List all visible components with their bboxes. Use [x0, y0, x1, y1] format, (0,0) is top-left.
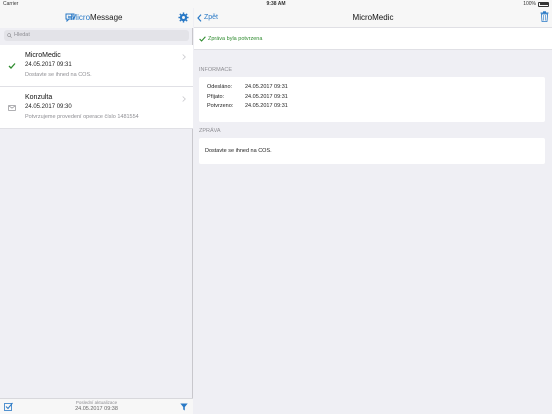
info-row-sent: Odesláno: 24.05.2017 09:31 [207, 84, 288, 90]
search-input[interactable]: Hledat [4, 30, 189, 41]
info-section-header: INFORMACE [199, 67, 232, 73]
gear-icon[interactable] [178, 12, 189, 23]
info-key: Přijato: [207, 94, 225, 100]
info-key: Potvrzeno: [207, 103, 234, 109]
checkmark-icon [8, 63, 16, 69]
confirmation-banner: Zpráva byla potvrzena [194, 28, 552, 50]
status-bar: Carrier 9:38 AM 100% [0, 0, 552, 8]
battery-indicator: 100% [523, 1, 549, 7]
app-title: MicroMessage [0, 13, 193, 22]
message-section-header: ZPRÁVA [199, 128, 221, 134]
search-placeholder: Hledat [14, 32, 30, 38]
info-row-confirmed: Potvrzeno: 24.05.2017 09:31 [207, 103, 288, 109]
list-nav-bar: MicroMessage [0, 8, 193, 28]
chevron-right-icon [182, 96, 186, 102]
message-body: Dostavte se ihned na COS. [205, 148, 272, 154]
search-icon [7, 33, 12, 38]
confirmation-text: Zpráva byla potvrzena [208, 36, 263, 42]
detail-nav-bar: Zpět MicroMedic [194, 8, 552, 28]
message-date: 24.05.2017 09:31 [25, 62, 72, 68]
message-card: Dostavte se ihned na COS. [199, 138, 545, 164]
message-snippet: Dostavte se ihned na COS. [25, 72, 92, 78]
list-toolbar: Poslední aktualizace 24.05.2017 09:38 [0, 398, 193, 414]
message-date: 24.05.2017 09:30 [25, 104, 72, 110]
checkmark-icon [199, 36, 206, 42]
clock: 9:38 AM [266, 1, 286, 7]
trash-icon[interactable] [540, 11, 549, 22]
info-value: 24.05.2017 09:31 [245, 103, 288, 109]
last-update-time: 24.05.2017 09:38 [75, 406, 118, 412]
message-title: Konzulta [25, 94, 53, 101]
app-title-part1: Micro [70, 13, 91, 22]
detail-title: MicroMedic [352, 13, 394, 22]
message-detail-panel: Zpět MicroMedic Zpráva byla potvrzena IN… [194, 8, 552, 414]
envelope-icon [8, 105, 16, 111]
message-snippet: Potvrzujeme provedení operace číslo 1481… [25, 114, 139, 120]
filter-icon[interactable] [180, 403, 188, 411]
info-row-received: Přijato: 24.05.2017 09:31 [207, 94, 288, 100]
list-item[interactable]: Konzulta 24.05.2017 09:30 Potvrzujeme pr… [0, 87, 193, 129]
chevron-right-icon [182, 54, 186, 60]
info-card: Odesláno: 24.05.2017 09:31 Přijato: 24.05.… [199, 77, 545, 122]
info-value: 24.05.2017 09:31 [245, 94, 288, 100]
list-item[interactable]: MicroMedic 24.05.2017 09:31 Dostavte se … [0, 45, 193, 87]
app-title-part2: Message [90, 13, 123, 22]
info-value: 24.05.2017 09:31 [245, 84, 288, 90]
battery-icon [538, 1, 549, 7]
message-list-panel: MicroMessage Hledat MicroMedic 24.05.201… [0, 8, 193, 414]
info-key: Odesláno: [207, 84, 233, 90]
message-list: MicroMedic 24.05.2017 09:31 Dostavte se … [0, 45, 193, 129]
message-title: MicroMedic [25, 52, 61, 59]
last-update-label: Poslední aktualizace [75, 400, 118, 405]
battery-percent: 100% [523, 1, 536, 7]
